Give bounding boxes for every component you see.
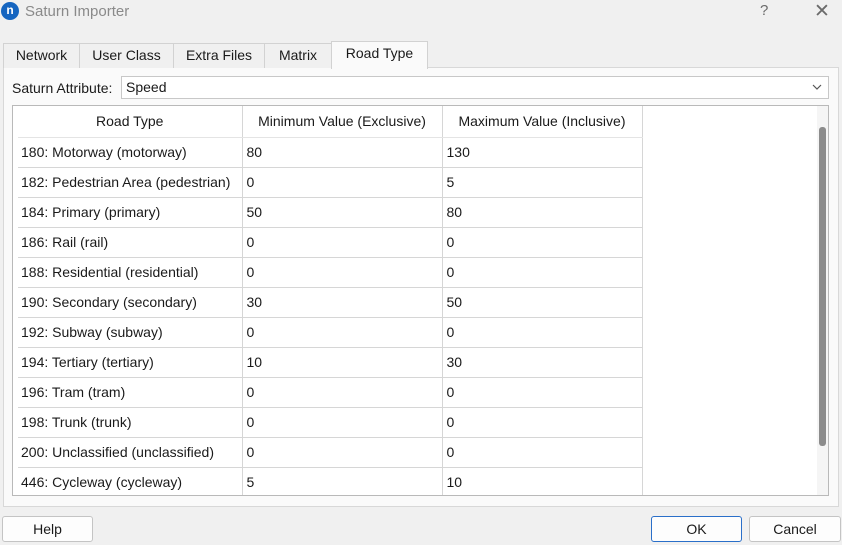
- table-row: 196: Tram (tram) 0 0: [18, 377, 643, 408]
- maximum-value-cell[interactable]: 0: [442, 377, 643, 408]
- road-type-table-frame: Road Type Minimum Value (Exclusive) Maxi…: [12, 105, 829, 496]
- table-row: 200: Unclassified (unclassified) 0 0: [18, 437, 643, 468]
- minimum-value-cell[interactable]: 50: [242, 197, 443, 228]
- minimum-value-cell[interactable]: 0: [242, 227, 443, 258]
- maximum-value-cell[interactable]: 0: [442, 257, 643, 288]
- saturn-attribute-label: Saturn Attribute:: [12, 80, 113, 96]
- table-row: 194: Tertiary (tertiary) 10 30: [18, 347, 643, 378]
- table-row: 180: Motorway (motorway) 80 130: [18, 137, 643, 168]
- table-header-row: Road Type Minimum Value (Exclusive) Maxi…: [18, 106, 643, 138]
- road-type-cell: 180: Motorway (motorway): [18, 137, 243, 168]
- minimum-value-cell[interactable]: 5: [242, 467, 443, 495]
- vertical-scrollbar[interactable]: [817, 106, 828, 495]
- table-row: 188: Residential (residential) 0 0: [18, 257, 643, 288]
- road-type-cell: 194: Tertiary (tertiary): [18, 347, 243, 378]
- tab-road-type[interactable]: Road Type: [331, 41, 428, 69]
- road-type-cell: 198: Trunk (trunk): [18, 407, 243, 438]
- minimum-value-cell[interactable]: 0: [242, 407, 443, 438]
- road-type-table: Road Type Minimum Value (Exclusive) Maxi…: [18, 106, 643, 495]
- road-type-cell: 184: Primary (primary): [18, 197, 243, 228]
- close-icon[interactable]: ✕: [814, 0, 830, 23]
- road-type-cell: 188: Residential (residential): [18, 257, 243, 288]
- table-row: 192: Subway (subway) 0 0: [18, 317, 643, 348]
- column-header-minimum-value[interactable]: Minimum Value (Exclusive): [242, 106, 443, 138]
- road-type-cell: 446: Cycleway (cycleway): [18, 467, 243, 495]
- table-row: 198: Trunk (trunk) 0 0: [18, 407, 643, 438]
- tab-matrix[interactable]: Matrix: [264, 43, 332, 68]
- maximum-value-cell[interactable]: 10: [442, 467, 643, 495]
- minimum-value-cell[interactable]: 10: [242, 347, 443, 378]
- app-icon: n: [1, 2, 19, 20]
- minimum-value-cell[interactable]: 0: [242, 167, 443, 198]
- column-header-maximum-value[interactable]: Maximum Value (Inclusive): [442, 106, 643, 138]
- road-type-cell: 182: Pedestrian Area (pedestrian): [18, 167, 243, 198]
- saturn-attribute-value: Speed: [126, 79, 167, 95]
- minimum-value-cell[interactable]: 0: [242, 377, 443, 408]
- maximum-value-cell[interactable]: 0: [442, 407, 643, 438]
- table-row: 184: Primary (primary) 50 80: [18, 197, 643, 228]
- road-type-cell: 200: Unclassified (unclassified): [18, 437, 243, 468]
- table-row: 446: Cycleway (cycleway) 5 10: [18, 467, 643, 495]
- ok-button[interactable]: OK: [651, 516, 742, 542]
- saturn-attribute-select[interactable]: Speed: [121, 76, 829, 99]
- table-row: 190: Secondary (secondary) 30 50: [18, 287, 643, 318]
- window-title: Saturn Importer: [25, 3, 130, 20]
- maximum-value-cell[interactable]: 50: [442, 287, 643, 318]
- maximum-value-cell[interactable]: 0: [442, 317, 643, 348]
- tab-network[interactable]: Network: [3, 43, 80, 68]
- help-icon[interactable]: ?: [760, 2, 768, 19]
- tab-user-class[interactable]: User Class: [79, 43, 174, 68]
- minimum-value-cell[interactable]: 0: [242, 437, 443, 468]
- column-header-road-type[interactable]: Road Type: [18, 106, 243, 138]
- maximum-value-cell[interactable]: 80: [442, 197, 643, 228]
- road-type-cell: 196: Tram (tram): [18, 377, 243, 408]
- table-row: 186: Rail (rail) 0 0: [18, 227, 643, 258]
- maximum-value-cell[interactable]: 30: [442, 347, 643, 378]
- minimum-value-cell[interactable]: 80: [242, 137, 443, 168]
- maximum-value-cell[interactable]: 0: [442, 227, 643, 258]
- minimum-value-cell[interactable]: 0: [242, 317, 443, 348]
- table-row: 182: Pedestrian Area (pedestrian) 0 5: [18, 167, 643, 198]
- road-type-cell: 190: Secondary (secondary): [18, 287, 243, 318]
- minimum-value-cell[interactable]: 0: [242, 257, 443, 288]
- road-type-cell: 186: Rail (rail): [18, 227, 243, 258]
- title-bar: n Saturn Importer ? ✕: [0, 0, 842, 26]
- help-button[interactable]: Help: [2, 516, 93, 542]
- tab-extra-files[interactable]: Extra Files: [173, 43, 265, 68]
- cancel-button[interactable]: Cancel: [749, 516, 841, 542]
- scrollbar-thumb[interactable]: [819, 127, 826, 446]
- maximum-value-cell[interactable]: 5: [442, 167, 643, 198]
- road-type-cell: 192: Subway (subway): [18, 317, 243, 348]
- chevron-down-icon: [812, 77, 822, 105]
- maximum-value-cell[interactable]: 130: [442, 137, 643, 168]
- minimum-value-cell[interactable]: 30: [242, 287, 443, 318]
- maximum-value-cell[interactable]: 0: [442, 437, 643, 468]
